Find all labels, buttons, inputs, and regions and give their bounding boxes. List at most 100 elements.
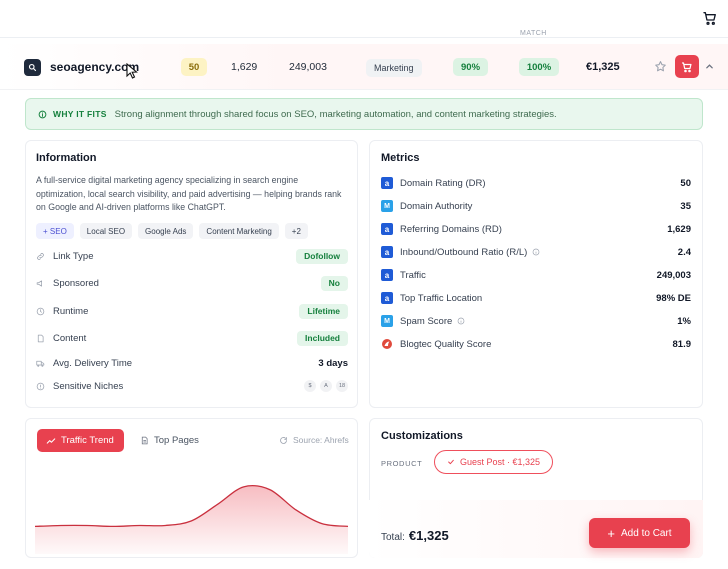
info-row: Runtime Lifetime: [36, 303, 348, 319]
dr-badge: 50: [181, 58, 207, 76]
info-row: Link Type Dofollow: [36, 248, 348, 264]
refresh-icon: [280, 436, 287, 444]
info-row-label: Avg. Delivery Time: [53, 357, 133, 369]
search-icon: [28, 63, 37, 72]
metric-label: Traffic: [400, 270, 657, 281]
moz-logo-icon: M: [381, 200, 393, 212]
add-to-cart-row-button[interactable]: [675, 55, 699, 78]
ahrefs-logo-icon: a: [381, 177, 393, 189]
column-header-faded: MATCH: [520, 30, 547, 37]
megaphone-icon: [36, 280, 42, 286]
metrics-title: Metrics: [381, 152, 420, 164]
traffic-trend-chart: [35, 484, 348, 554]
metric-label-text: Inbound/Outbound Ratio (R/L): [400, 246, 528, 258]
info-row: Content Included: [36, 330, 348, 346]
tag-list: + SEO Local SEO Google Ads Content Marketin…: [36, 223, 308, 239]
info-row-label: Content: [53, 332, 87, 344]
truck-icon: [36, 360, 45, 367]
ahrefs-logo-icon: a: [381, 246, 393, 258]
metric-label: Blogtec Quality Score: [400, 339, 673, 350]
top-bar: [0, 0, 728, 38]
product-option-guest-post[interactable]: Guest Post · €1,325: [434, 450, 553, 474]
why-it-fits-text: Strong alignment through shared focus on…: [114, 108, 557, 120]
info-row: Sensitive Niches $ A 18: [36, 378, 348, 394]
metric-value: 35: [680, 200, 691, 212]
metric-row: a Traffic 249,003: [381, 268, 691, 282]
info-row-value: Included: [297, 330, 348, 346]
tag[interactable]: Content Marketing: [199, 223, 279, 239]
why-it-fits-label: WHY IT FITS: [53, 109, 107, 119]
clock-icon: [36, 307, 45, 315]
trend-area: [35, 485, 348, 554]
star-icon[interactable]: [654, 60, 667, 73]
info-row-label: Sensitive Niches: [53, 380, 124, 392]
tag[interactable]: + SEO: [36, 223, 74, 239]
metric-row: Blogtec Quality Score 81.9: [381, 337, 691, 351]
product-label: PRODUCT: [381, 459, 423, 468]
product-option-label: Guest Post · €1,325: [459, 457, 541, 467]
metric-label: Referring Domains (RD): [400, 224, 667, 235]
info-circle-icon[interactable]: [532, 248, 540, 256]
metric-value: 98% DE: [656, 292, 691, 304]
metric-row: a Referring Domains (RD) 1,629: [381, 222, 691, 236]
metric-value: 50: [680, 177, 691, 189]
metric-label-text: Spam Score: [400, 315, 453, 327]
price-cell: €1,325: [586, 61, 620, 73]
metric-label: Domain Rating (DR): [400, 178, 680, 189]
search-button[interactable]: [24, 59, 41, 76]
ahrefs-logo-icon: a: [381, 223, 393, 235]
cart-icon[interactable]: [702, 10, 718, 26]
tag[interactable]: Local SEO: [79, 223, 133, 239]
document-icon: [141, 436, 148, 445]
niche-icon: A: [320, 380, 332, 392]
warning-icon: [36, 382, 45, 390]
metric-label: Spam Score: [400, 316, 677, 327]
metric-value: 2.4: [677, 246, 691, 258]
metric-label: Inbound/Outbound Ratio (R/L): [400, 247, 678, 258]
category-badge: Marketing: [366, 59, 422, 77]
add-to-cart-button[interactable]: + Add to Cart: [589, 518, 690, 548]
info-row-label: Link Type: [53, 250, 94, 262]
cart-icon: [681, 61, 692, 72]
niche-icon: $: [304, 380, 316, 392]
link-icon: [37, 252, 44, 260]
blogtec-logo-icon: [381, 338, 393, 350]
total-value: €1,325: [408, 528, 449, 543]
chevron-up-icon[interactable]: [705, 62, 714, 71]
tag[interactable]: Google Ads: [138, 223, 194, 239]
data-source-label: Source: Ahrefs: [293, 435, 349, 445]
metric-label-text: Domain Authority: [400, 200, 473, 212]
info-row-label: Sponsored: [53, 277, 99, 289]
tab-traffic-trend-label: Traffic Trend: [61, 435, 114, 446]
document-icon: [37, 334, 44, 342]
metric-value: 1%: [677, 315, 691, 327]
metric-label-text: Referring Domains (RD): [400, 223, 502, 235]
mouse-cursor-icon: [126, 63, 138, 79]
tag[interactable]: +2: [284, 223, 308, 239]
ahrefs-logo-icon: a: [381, 269, 393, 281]
add-to-cart-label: Add to Cart: [621, 527, 672, 539]
metric-row: M Spam Score 1%: [381, 314, 691, 328]
relevance-score-badge: 100%: [519, 58, 559, 76]
metric-row: a Inbound/Outbound Ratio (R/L) 2.4: [381, 245, 691, 259]
metric-row: a Domain Rating (DR) 50: [381, 176, 691, 190]
info-circle-icon[interactable]: [457, 317, 465, 325]
plus-icon: +: [607, 525, 615, 541]
tab-traffic-trend[interactable]: Traffic Trend: [37, 429, 124, 452]
info-row-value: 3 days: [318, 357, 348, 369]
metric-value: 81.9: [672, 338, 692, 350]
metric-label-text: Traffic: [400, 269, 426, 281]
traffic-cell: 249,003: [289, 61, 327, 73]
tab-top-pages[interactable]: Top Pages: [140, 435, 199, 446]
information-title: Information: [36, 152, 97, 164]
niche-icon: 18: [336, 380, 348, 392]
info-circle-icon: [38, 110, 47, 118]
info-row: Sponsored No: [36, 275, 348, 291]
metric-label-text: Domain Rating (DR): [400, 177, 486, 189]
info-row-label: Runtime: [53, 305, 89, 317]
metric-value: 1,629: [667, 223, 691, 235]
niche-icons: $ A 18: [304, 380, 348, 392]
info-row: Avg. Delivery Time 3 days: [36, 355, 348, 371]
trend-line-icon: [46, 437, 56, 444]
tab-top-pages-label: Top Pages: [154, 435, 199, 446]
